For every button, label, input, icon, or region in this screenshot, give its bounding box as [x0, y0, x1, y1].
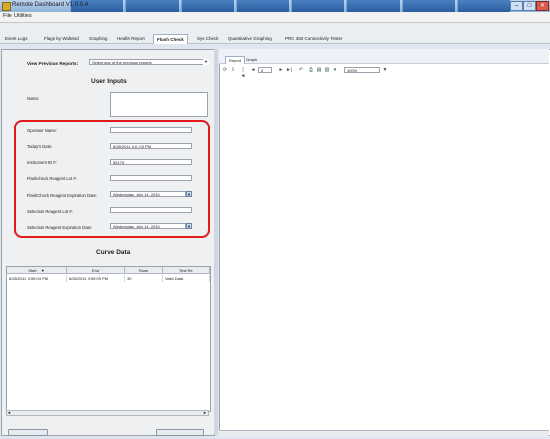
- chevron-down-icon[interactable]: ▼: [382, 67, 388, 73]
- grid-header-runs[interactable]: Runs: [125, 267, 163, 274]
- tab-quantitative-graphing[interactable]: Quantitative Graphing: [228, 36, 272, 41]
- zoom-select[interactable]: 100%: [344, 67, 380, 73]
- selection-expiration-label: Selection Reagent Expiration Date:: [27, 225, 93, 230]
- operator-name-field[interactable]: [110, 127, 192, 133]
- grid-cell-test-result: Valid Data: [163, 275, 210, 282]
- scroll-left-icon[interactable]: ◄: [7, 410, 11, 415]
- tab-sys-check[interactable]: Sys Check: [197, 36, 219, 41]
- selection-expiration-picker[interactable]: Wednesday, July 14, 2010: [110, 223, 186, 229]
- grid-cell-start: 6/28/2011 3:59:04 PM: [7, 275, 67, 282]
- instrument-id-label: Instrument ID #:: [27, 160, 57, 165]
- curve-data-grid[interactable]: Start ▼ End Runs Test Re 6/28/2011 3:59:…: [6, 266, 211, 412]
- grid-cell-runs: 30: [125, 275, 163, 282]
- tab-report[interactable]: Report: [225, 56, 246, 64]
- chevron-down-icon[interactable]: ▼: [203, 59, 209, 65]
- previous-reports-select[interactable]: Select any of the previous reports: [89, 59, 205, 65]
- window-title: Remote Dashboard V1.0.0.4: [12, 2, 89, 8]
- grid-header-end[interactable]: End: [67, 267, 125, 274]
- last-page-icon[interactable]: ►|: [286, 67, 292, 73]
- panel-splitter[interactable]: [214, 49, 218, 434]
- tab-flags-by-widmod[interactable]: Flags by WidMod: [44, 36, 79, 41]
- chevron-down-icon[interactable]: ▼: [186, 191, 192, 197]
- grid-header-label: Start: [28, 268, 37, 273]
- grid-horizontal-scrollbar[interactable]: [6, 410, 209, 416]
- selection-lot-field[interactable]: [110, 207, 192, 213]
- selection-lot-label: Selection Reagent Lot #:: [27, 209, 73, 214]
- view-previous-reports-label: View Previous Reports:: [27, 61, 79, 66]
- grid-header-start[interactable]: Start ▼: [7, 267, 67, 274]
- notes-label: Notes:: [27, 96, 40, 101]
- menu-utilities[interactable]: Utilities: [14, 13, 32, 19]
- page-setup-icon[interactable]: ▥: [324, 67, 330, 73]
- left-bottom-button[interactable]: [8, 429, 48, 436]
- operator-name-label: Operator Name:: [27, 128, 58, 133]
- export-icon[interactable]: ⇩: [230, 67, 236, 73]
- page-number-field[interactable]: 0: [258, 67, 272, 73]
- taskbar-tile: [401, 0, 455, 12]
- tab-health-report[interactable]: Health Report: [117, 36, 145, 41]
- taskbar-tile: [125, 0, 179, 12]
- next-page-icon[interactable]: ►: [278, 67, 284, 73]
- tab-graphing[interactable]: Graphing: [89, 36, 108, 41]
- report-tab-bar: [219, 49, 549, 64]
- tab-event-logs[interactable]: Event Logs: [5, 36, 28, 41]
- taskbar-tile: [456, 0, 510, 12]
- flashcheck-lot-label: Flashcheck Reagent Lot #:: [27, 176, 77, 181]
- taskbar-tile: [291, 0, 345, 12]
- chevron-down-icon[interactable]: ▼: [186, 223, 192, 229]
- tab-flush-check[interactable]: Flush Check: [153, 34, 188, 44]
- user-inputs-title: User Inputs: [91, 78, 127, 85]
- taskbar-tile: [346, 0, 400, 12]
- grid-cell-end: 6/28/2011 3:59:09 PM: [67, 275, 125, 282]
- scroll-right-icon[interactable]: ►: [203, 410, 207, 415]
- refresh-icon[interactable]: ⟳: [222, 67, 228, 73]
- tab-graph[interactable]: Graph: [243, 56, 260, 63]
- right-bottom-button[interactable]: [156, 429, 204, 436]
- maximize-button[interactable]: □: [523, 1, 536, 11]
- notes-textarea[interactable]: [110, 92, 208, 117]
- curve-data-title: Curve Data: [96, 249, 131, 256]
- main-tab-bar: [0, 23, 550, 44]
- menu-bar: [0, 12, 550, 23]
- print-layout-icon[interactable]: ▤: [316, 67, 322, 73]
- title-bar-taskbar-strip: [70, 0, 510, 12]
- todays-date-field[interactable]: 6/28/2011 4:0 :03 PM: [110, 143, 192, 149]
- print-icon[interactable]: ⎙: [308, 67, 314, 73]
- export-menu-icon[interactable]: ▾: [332, 67, 338, 73]
- flashcheck-lot-field[interactable]: [110, 175, 192, 181]
- report-toolbar: ⟳ ⇩ |◄ ◄ 0 ► ►| ↶ ⎙ ▤ ▥ ▾ 100% ▼: [222, 67, 542, 79]
- minimize-button[interactable]: –: [510, 1, 523, 11]
- report-viewer-panel: [219, 49, 550, 436]
- menu-file[interactable]: File: [3, 13, 12, 19]
- report-horizontal-scrollbar[interactable]: [219, 430, 549, 437]
- sort-desc-icon: ▼: [40, 268, 45, 273]
- taskbar-tile: [180, 0, 234, 12]
- todays-date-label: Today's Date:: [27, 144, 53, 149]
- first-page-icon[interactable]: |◄: [240, 67, 246, 79]
- flashcheck-expiration-label: FlashCheck Reagent Expiration Date:: [27, 193, 98, 198]
- instrument-id-field[interactable]: 55175: [110, 159, 192, 165]
- taskbar-tile: [235, 0, 289, 12]
- back-icon[interactable]: ↶: [298, 67, 304, 73]
- tab-prc360-connectivity-tester[interactable]: PRC 360 Connectivity Tester: [285, 36, 342, 41]
- previous-page-icon[interactable]: ◄: [250, 67, 256, 73]
- grid-header-test-result[interactable]: Test Re: [163, 267, 210, 274]
- close-button[interactable]: ✕: [536, 1, 549, 11]
- flashcheck-expiration-picker[interactable]: Wednesday, July 14, 2010: [110, 191, 186, 197]
- app-icon: [2, 2, 11, 11]
